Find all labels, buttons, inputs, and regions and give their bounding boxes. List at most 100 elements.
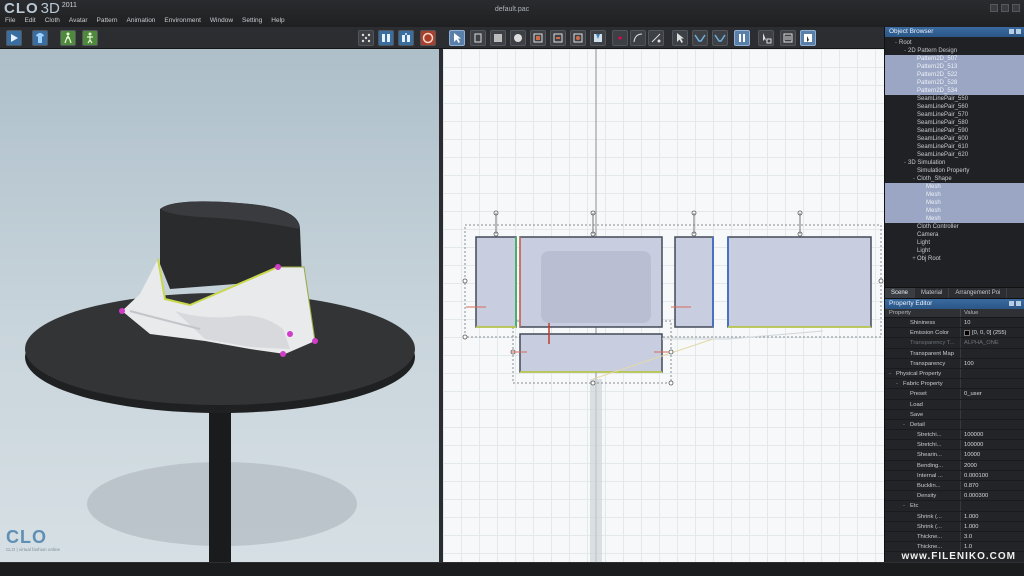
2d-pattern-viewport[interactable] bbox=[443, 49, 884, 562]
tree-item[interactable]: Mesh bbox=[885, 191, 1024, 199]
menu-file[interactable]: File bbox=[5, 17, 15, 24]
tree-item[interactable]: Mesh bbox=[885, 199, 1024, 207]
property-row[interactable]: Emission Color [0, 0, 0] (255) bbox=[885, 328, 1024, 339]
tree-item[interactable]: SeamLinePair_570 bbox=[885, 111, 1024, 119]
tree-item[interactable]: Pattern2D_507 bbox=[885, 55, 1024, 63]
menu-animation[interactable]: Animation bbox=[127, 17, 156, 24]
tab-material[interactable]: Material bbox=[915, 288, 950, 298]
tree-item[interactable]: Pattern2D_522 bbox=[885, 71, 1024, 79]
tab-scene[interactable]: Scene bbox=[885, 288, 916, 298]
menu-window[interactable]: Window bbox=[210, 17, 233, 24]
move-points-button[interactable] bbox=[358, 30, 374, 46]
expander-icon[interactable]: - bbox=[896, 379, 903, 388]
minimize-button[interactable] bbox=[990, 4, 998, 12]
tree-item[interactable]: -2D Pattern Design bbox=[885, 47, 1024, 55]
property-value[interactable]: 1.0 bbox=[961, 542, 1024, 551]
property-value[interactable]: ALPHA_ONE bbox=[961, 338, 1024, 347]
property-value[interactable]: 0.870 bbox=[961, 481, 1024, 490]
property-row[interactable]: Transparent Map bbox=[885, 348, 1024, 359]
tab-arrangement-poi[interactable]: Arrangement Poi bbox=[949, 288, 1008, 298]
curve-point-button[interactable] bbox=[630, 30, 646, 46]
property-value[interactable]: 100000 bbox=[961, 440, 1024, 449]
tree-item[interactable]: Mesh bbox=[885, 207, 1024, 215]
tree-item[interactable]: Pattern2D_528 bbox=[885, 79, 1024, 87]
menu-cloth[interactable]: Cloth bbox=[45, 17, 60, 24]
add-point-button[interactable] bbox=[612, 30, 628, 46]
property-value[interactable] bbox=[961, 410, 1024, 419]
menu-avatar[interactable]: Avatar bbox=[69, 17, 88, 24]
property-row[interactable]: Shrink (... 1.000 bbox=[885, 521, 1024, 532]
property-value[interactable] bbox=[961, 379, 1024, 388]
tree-item[interactable]: -3D Simulation bbox=[885, 159, 1024, 167]
property-row[interactable]: Transparency 100 bbox=[885, 358, 1024, 369]
arrangement-points-button[interactable] bbox=[398, 30, 414, 46]
color-swatch-icon[interactable] bbox=[964, 329, 970, 336]
property-row[interactable]: - Detail bbox=[885, 419, 1024, 431]
tree-item[interactable]: Camera bbox=[885, 231, 1024, 239]
tree-item[interactable]: SeamLinePair_600 bbox=[885, 135, 1024, 143]
sewing-edit-button[interactable] bbox=[734, 30, 750, 46]
tree-item[interactable]: Pattern2D_513 bbox=[885, 63, 1024, 71]
stop-button[interactable] bbox=[420, 30, 436, 46]
property-row[interactable]: Shrink (... 1.000 bbox=[885, 511, 1024, 522]
property-value[interactable]: 100000 bbox=[961, 430, 1024, 439]
property-value[interactable] bbox=[961, 369, 1024, 378]
texture-edit-button[interactable] bbox=[800, 30, 816, 46]
arrangement-button[interactable] bbox=[378, 30, 394, 46]
expander-icon[interactable]: - bbox=[903, 420, 910, 429]
internal-rect-button[interactable] bbox=[550, 30, 566, 46]
tree-item[interactable]: Cloth Controller bbox=[885, 223, 1024, 231]
property-value[interactable]: 10 bbox=[961, 318, 1024, 327]
property-row[interactable]: Stretchi... 100000 bbox=[885, 440, 1024, 451]
property-value[interactable] bbox=[961, 501, 1024, 510]
tree-item[interactable]: +Obj Root bbox=[885, 255, 1024, 263]
fold-tool-button[interactable] bbox=[758, 30, 774, 46]
close-panel-icon[interactable] bbox=[1016, 29, 1021, 34]
garment-button[interactable] bbox=[32, 30, 48, 46]
menu-help[interactable]: Help bbox=[271, 17, 284, 24]
property-value[interactable] bbox=[961, 400, 1024, 409]
menu-pattern[interactable]: Pattern bbox=[97, 17, 118, 24]
property-row[interactable]: Transparency T... ALPHA_ONE bbox=[885, 338, 1024, 349]
property-row[interactable]: Bending... 2000 bbox=[885, 460, 1024, 471]
property-row[interactable]: Stretchi... 100000 bbox=[885, 430, 1024, 441]
property-row[interactable]: Thickne... 3.0 bbox=[885, 531, 1024, 543]
expander-icon[interactable]: - bbox=[889, 369, 896, 378]
tree-item[interactable]: Pattern2D_534 bbox=[885, 87, 1024, 95]
property-value[interactable]: 1.000 bbox=[961, 522, 1024, 531]
property-value[interactable]: 0.000100 bbox=[961, 471, 1024, 480]
tree-item[interactable]: Light bbox=[885, 239, 1024, 247]
tree-item[interactable]: SeamLinePair_560 bbox=[885, 103, 1024, 111]
menu-edit[interactable]: Edit bbox=[24, 17, 35, 24]
tree-item[interactable]: Simulation Property bbox=[885, 167, 1024, 175]
segment-sewing-button[interactable] bbox=[692, 30, 708, 46]
property-value[interactable] bbox=[961, 349, 1024, 358]
property-value[interactable]: 2000 bbox=[961, 461, 1024, 470]
property-value[interactable]: [0, 0, 0] (255) bbox=[961, 328, 1024, 337]
tree-item[interactable]: SeamLinePair_550 bbox=[885, 95, 1024, 103]
property-row[interactable]: - Physical Property bbox=[885, 368, 1024, 380]
tree-item[interactable]: SeamLinePair_620 bbox=[885, 151, 1024, 159]
rectangle-tool-button[interactable] bbox=[490, 30, 506, 46]
tree-item[interactable]: Mesh bbox=[885, 183, 1024, 191]
texture-button[interactable] bbox=[780, 30, 796, 46]
close-button[interactable] bbox=[1012, 4, 1020, 12]
property-row[interactable]: Save bbox=[885, 409, 1024, 420]
menu-environment[interactable]: Environment bbox=[164, 17, 201, 24]
avatar-pose-button[interactable] bbox=[82, 30, 98, 46]
tree-item[interactable]: Light bbox=[885, 247, 1024, 255]
free-sewing-button[interactable] bbox=[712, 30, 728, 46]
select-tool-button[interactable] bbox=[449, 30, 465, 46]
tree-item[interactable]: - Cloth_Shape bbox=[885, 175, 1024, 183]
property-row[interactable]: Shearin... 10000 bbox=[885, 450, 1024, 461]
dart-tool-button[interactable] bbox=[590, 30, 606, 46]
avatar-walk-button[interactable] bbox=[60, 30, 76, 46]
property-value[interactable]: 1.000 bbox=[961, 512, 1024, 521]
property-value[interactable]: 0_user bbox=[961, 389, 1024, 398]
close-panel-icon[interactable] bbox=[1016, 301, 1021, 306]
internal-polygon-button[interactable] bbox=[530, 30, 546, 46]
property-row[interactable]: Density 0.000300 bbox=[885, 491, 1024, 502]
property-row[interactable]: Internal ... 0.000100 bbox=[885, 470, 1024, 481]
property-row[interactable]: Load bbox=[885, 399, 1024, 410]
3d-viewport[interactable]: CLO CLO | virtual fashion online bbox=[0, 49, 439, 562]
